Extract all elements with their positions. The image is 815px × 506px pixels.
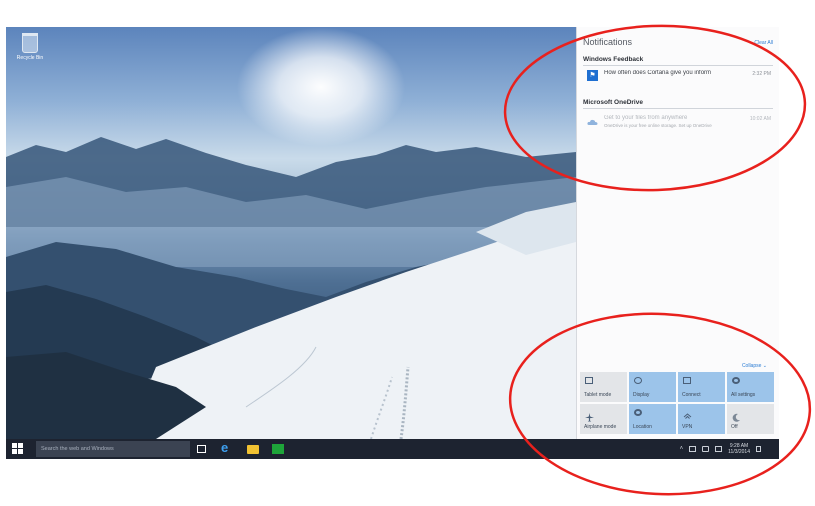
- volume-icon[interactable]: [702, 446, 710, 452]
- moon-icon: [732, 409, 740, 422]
- collapse-button[interactable]: Collapse ⌄: [742, 363, 767, 369]
- wallpaper-mountains: [6, 137, 576, 439]
- cloud-icon: [587, 115, 598, 126]
- quick-action-location[interactable]: Location: [629, 404, 676, 434]
- chevron-up-icon[interactable]: ˄: [680, 446, 684, 452]
- quick-action-label: Location: [633, 424, 652, 430]
- recycle-bin-icon[interactable]: Recycle Bin: [14, 33, 46, 61]
- quick-action-tablet-mode[interactable]: Tablet mode: [580, 372, 627, 402]
- trash-can-icon: [22, 33, 38, 53]
- quick-action-label: Tablet mode: [584, 392, 612, 398]
- notification-text: How often does Cortana give you inform: [604, 70, 712, 76]
- action-center-panel: Notifications Clear All Windows Feedback…: [576, 27, 779, 439]
- feedback-app-icon: ⚑: [587, 70, 598, 81]
- notification-time: 2:32 PM: [752, 71, 771, 77]
- clock[interactable]: 9:28 AM 11/3/2014: [728, 443, 750, 455]
- connect-icon: [683, 377, 691, 384]
- vpn-icon: [683, 409, 692, 419]
- system-tray: ˄ 9:28 AM 11/3/2014: [680, 439, 761, 459]
- store-icon[interactable]: [272, 444, 284, 454]
- action-center-icon[interactable]: [756, 446, 761, 452]
- notification-group-title: Microsoft OneDrive: [583, 99, 643, 106]
- recycle-bin-label: Recycle Bin: [16, 55, 44, 61]
- quick-action-vpn[interactable]: VPN: [678, 404, 725, 434]
- search-input[interactable]: Search the web and Windows: [36, 441, 190, 457]
- quick-action-airplane-mode[interactable]: Airplane mode: [580, 404, 627, 434]
- tablet-icon: [585, 377, 593, 384]
- notification-text: Get to your files from anywhere: [604, 115, 688, 121]
- quick-action-quiet[interactable]: Off: [727, 404, 774, 434]
- taskbar: Search the web and Windows e ˄ 9:28 AM 1…: [6, 439, 779, 459]
- collapse-label: Collapse: [741, 363, 762, 369]
- group-divider: [583, 108, 773, 109]
- quick-action-label: Display: [633, 392, 650, 398]
- quick-action-label: Off: [731, 424, 738, 430]
- quick-action-label: Connect: [682, 392, 701, 398]
- quick-action-connect[interactable]: Connect: [678, 372, 725, 402]
- language-icon[interactable]: [715, 446, 723, 452]
- gear-icon: [732, 377, 740, 384]
- start-windows-icon[interactable]: [12, 443, 24, 455]
- network-icon[interactable]: [689, 446, 697, 452]
- notification-group-title: Windows Feedback: [583, 56, 644, 63]
- desktop[interactable]: Recycle Bin: [6, 27, 576, 439]
- notification-time: 10:02 AM: [749, 116, 771, 122]
- quick-action-label: VPN: [682, 424, 693, 430]
- brightness-icon: [634, 377, 642, 384]
- screenshot-stage: Recycle Bin Notifications Clear All Wind…: [0, 0, 815, 506]
- quick-action-display[interactable]: Display: [629, 372, 676, 402]
- notifications-title: Notifications: [583, 37, 633, 47]
- airplane-icon: [585, 409, 594, 422]
- quick-actions-grid: Tablet mode Display Connect All settings…: [580, 372, 778, 434]
- notification-item[interactable]: ⚑ How often does Cortana give you inform…: [583, 68, 773, 84]
- quick-action-label: All settings: [731, 392, 756, 398]
- quick-action-label: Airplane mode: [584, 424, 617, 430]
- location-icon: [634, 409, 642, 416]
- task-view-icon[interactable]: [197, 445, 206, 453]
- clock-date: 11/3/2014: [728, 449, 750, 455]
- clear-all-link[interactable]: Clear All: [754, 40, 773, 46]
- quick-action-all-settings[interactable]: All settings: [727, 372, 774, 402]
- file-explorer-icon[interactable]: [247, 445, 259, 454]
- internet-explorer-icon[interactable]: e: [221, 441, 233, 454]
- notification-item[interactable]: Get to your files from anywhere OneDrive…: [583, 113, 773, 129]
- group-divider: [583, 65, 773, 66]
- notification-subtext: OneDrive is your free online storage. Se…: [604, 123, 712, 128]
- chevron-down-icon: ⌄: [762, 363, 767, 369]
